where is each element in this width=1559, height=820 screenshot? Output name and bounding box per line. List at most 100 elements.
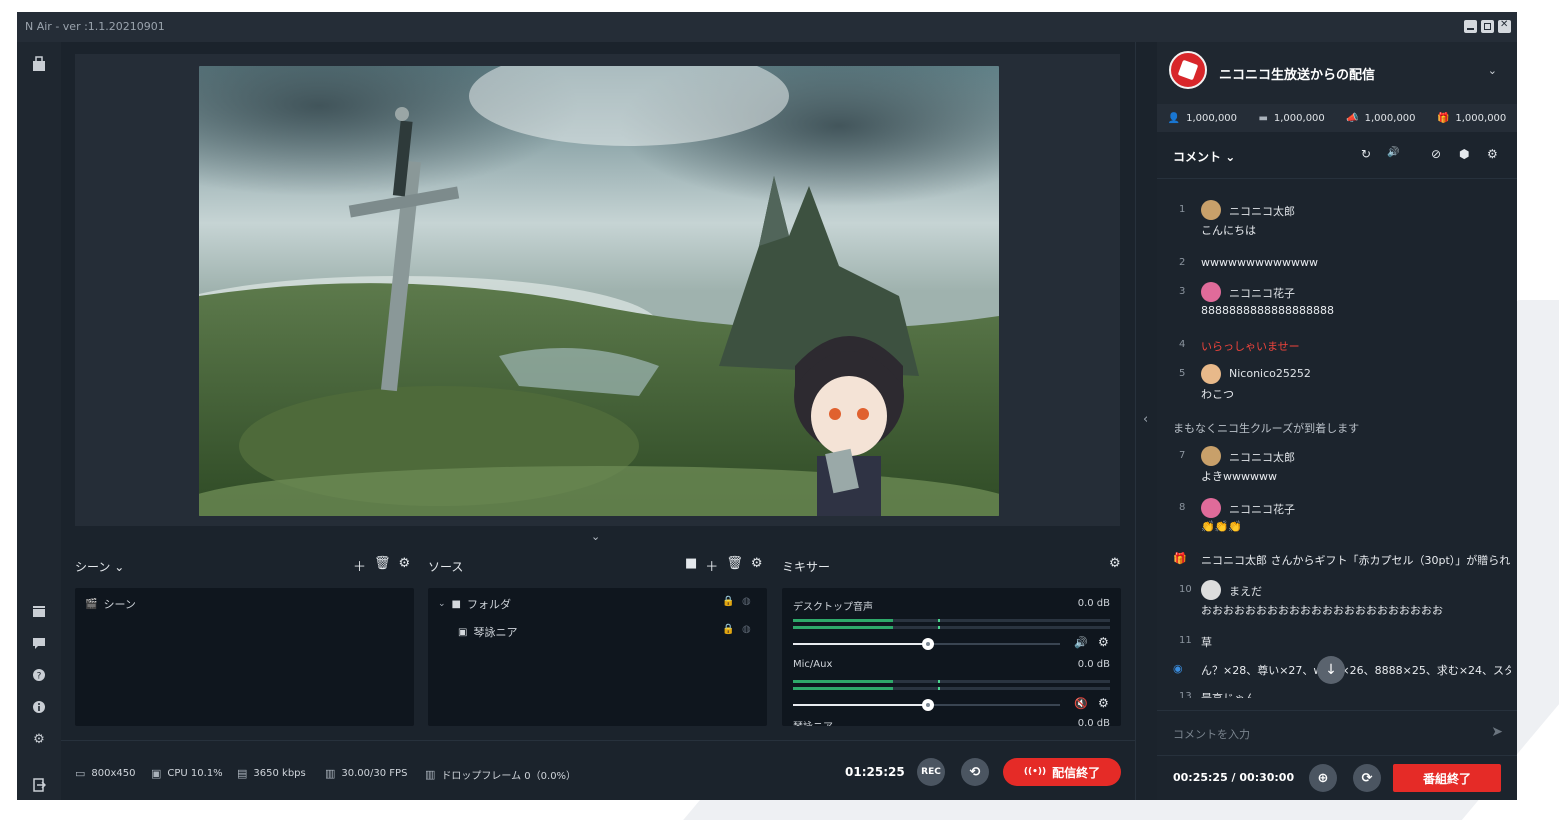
- settings-gear-icon[interactable]: ⚙: [31, 732, 47, 748]
- end-program-button[interactable]: 番組終了: [1393, 764, 1501, 792]
- comment-number: 1: [1179, 204, 1186, 215]
- comment-input[interactable]: [1171, 723, 1475, 745]
- user-name[interactable]: Niconico25252: [1229, 367, 1311, 380]
- mixer-channel-name: Mic/Aux: [793, 659, 833, 670]
- user-name[interactable]: まえだ: [1229, 583, 1262, 599]
- volume-meter: [793, 626, 1110, 629]
- user-name[interactable]: ニコニコ花子: [1229, 285, 1295, 301]
- comment-text: おおおおおおおおおおおおおおおおおおおおおお: [1201, 604, 1443, 617]
- scene-label: シーン: [103, 598, 136, 611]
- add-folder-icon[interactable]: ■: [685, 556, 697, 575]
- extend-time-button[interactable]: ⊕: [1309, 764, 1337, 792]
- channel-settings-icon[interactable]: ⚙: [1098, 635, 1109, 649]
- maximize-button[interactable]: [1481, 20, 1494, 33]
- stream-preview[interactable]: [199, 66, 999, 516]
- program-title: ニコニコ生放送からの配信: [1219, 68, 1376, 83]
- help-icon[interactable]: ?: [31, 668, 47, 684]
- end-stream-button[interactable]: ((•)) 配信終了: [1003, 758, 1121, 786]
- system-message-text: まもなくニコ生クルーズが到着します: [1173, 422, 1360, 435]
- viewer-icon: 👤: [1167, 112, 1181, 124]
- comment-number: 11: [1179, 635, 1192, 646]
- user-avatar[interactable]: [1201, 282, 1221, 302]
- send-icon[interactable]: ➤: [1491, 724, 1503, 740]
- volume-slider[interactable]: [793, 638, 1060, 650]
- scene-item[interactable]: 🎬 シーン: [85, 596, 136, 612]
- comment-settings-icon[interactable]: ⚙: [1487, 147, 1498, 161]
- rec-button[interactable]: REC: [917, 758, 945, 786]
- user-avatar[interactable]: [1201, 446, 1221, 466]
- mixer-channel-db: 0.0 dB: [1077, 659, 1110, 670]
- refresh-icon[interactable]: ↻: [1361, 147, 1371, 161]
- mixer-header: ミキサー: [782, 560, 831, 574]
- comment-number: 4: [1179, 339, 1186, 350]
- user-avatar[interactable]: [1201, 200, 1221, 220]
- panel-divider[interactable]: ‹: [1135, 42, 1158, 800]
- niconico-logo: [1169, 51, 1207, 89]
- speaker-icon[interactable]: 🔊: [1074, 636, 1088, 649]
- scroll-down-arrow-icon[interactable]: ↓: [1317, 656, 1345, 684]
- sources-header: ソース: [428, 560, 464, 574]
- user-name[interactable]: ニコニコ太郎: [1229, 203, 1295, 219]
- comment-number: 5: [1179, 368, 1186, 379]
- user-avatar[interactable]: [1201, 498, 1221, 518]
- comment-count: ▬ 1,000,000: [1258, 113, 1324, 124]
- comment-icon: ▬: [1258, 112, 1268, 124]
- comment-list[interactable]: 1 ニコニコ太郎 こんにちは 2 wwwwwwwwwwwww 3 ニコニコ花子 …: [1157, 178, 1517, 698]
- block-icon[interactable]: ⊘: [1431, 147, 1441, 161]
- program-time: 00:25:25 / 00:30:00: [1173, 771, 1295, 784]
- visibility-icon[interactable]: ◍: [742, 596, 751, 607]
- filter-icon[interactable]: ⬢: [1459, 147, 1469, 161]
- chat-icon[interactable]: [31, 636, 47, 652]
- add-scene-icon[interactable]: ＋: [353, 556, 366, 575]
- chevron-down-icon[interactable]: ⌄: [1488, 64, 1497, 77]
- monitor-icon: ▭: [75, 767, 86, 780]
- user-avatar[interactable]: [1201, 580, 1221, 600]
- channel-settings-icon[interactable]: ⚙: [1098, 696, 1109, 710]
- visibility-icon[interactable]: ◍: [742, 624, 751, 635]
- user-name[interactable]: ニコニコ太郎: [1229, 449, 1295, 465]
- sources-panel: ⌄ ■ フォルダ ▣ 琴詠ニア 🔒 ◍ 🔒 ◍: [428, 588, 767, 726]
- close-button[interactable]: [1498, 19, 1511, 33]
- main-area: ⌄ シーン ⌄ ＋ 🗑 ⚙ 🎬 シーン ソース ■ ＋ 🗑 ⚙ ⌄ ■ フォルダ…: [61, 42, 1135, 800]
- delete-scene-icon[interactable]: 🗑: [374, 556, 391, 575]
- mixer-channel-name: 琴詠ニア: [793, 718, 833, 726]
- studio-bag-icon[interactable]: [31, 56, 47, 72]
- mixer-channel-db: 0.0 dB: [1077, 718, 1110, 726]
- minimize-button[interactable]: [1464, 20, 1477, 33]
- speaker-icon[interactable]: 🔊: [1387, 147, 1399, 158]
- user-avatar[interactable]: [1201, 364, 1221, 384]
- reload-button[interactable]: ⟳: [1353, 764, 1381, 792]
- broadcast-icon: ((•)): [1023, 767, 1047, 777]
- info-icon[interactable]: [31, 700, 47, 716]
- source-folder-item[interactable]: ⌄ ■ フォルダ: [438, 596, 511, 612]
- speaker-muted-icon[interactable]: 🔇: [1074, 697, 1088, 710]
- mixer-channel-db: 0.0 dB: [1077, 598, 1110, 609]
- chevron-down-icon[interactable]: ⌄: [438, 599, 446, 609]
- replay-buffer-button[interactable]: ⟲: [961, 758, 989, 786]
- volume-slider[interactable]: [793, 699, 1060, 711]
- delete-source-icon[interactable]: 🗑: [726, 556, 743, 575]
- fps-stat: ▥ 30.00/30 FPS: [325, 767, 407, 780]
- collapse-chevron-left-icon[interactable]: ‹: [1143, 412, 1148, 427]
- comment-text: wwwwwwwwwwwww: [1201, 256, 1318, 269]
- logout-icon[interactable]: [31, 778, 47, 794]
- add-source-icon[interactable]: ＋: [705, 556, 718, 575]
- lock-icon[interactable]: 🔒: [722, 596, 734, 607]
- mixer-settings-icon[interactable]: ⚙: [1109, 556, 1121, 571]
- clapper-icon[interactable]: [31, 604, 47, 620]
- source-settings-icon[interactable]: ⚙: [751, 556, 763, 575]
- lock-icon[interactable]: 🔒: [722, 624, 734, 635]
- source-item[interactable]: ▣ 琴詠ニア: [458, 624, 517, 640]
- dropped-frames-value: ドロップフレーム 0（0.0%）: [441, 771, 577, 782]
- user-name[interactable]: ニコニコ花子: [1229, 501, 1295, 517]
- comment-tab[interactable]: コメント ⌄: [1173, 148, 1235, 165]
- comment-number: 7: [1179, 450, 1186, 461]
- left-sidebar: ? ⚙: [17, 42, 61, 800]
- scenes-header[interactable]: シーン ⌄: [75, 558, 124, 575]
- dropped-frames-stat: ▥ ドロップフレーム 0（0.0%）: [425, 767, 576, 782]
- collapse-preview-chevron-icon[interactable]: ⌄: [591, 530, 600, 543]
- resolution-value: 800x450: [91, 768, 136, 779]
- scene-settings-icon[interactable]: ⚙: [399, 556, 411, 575]
- fps-value: 30.00/30 FPS: [341, 768, 408, 779]
- comment-text: わこつ: [1201, 388, 1234, 401]
